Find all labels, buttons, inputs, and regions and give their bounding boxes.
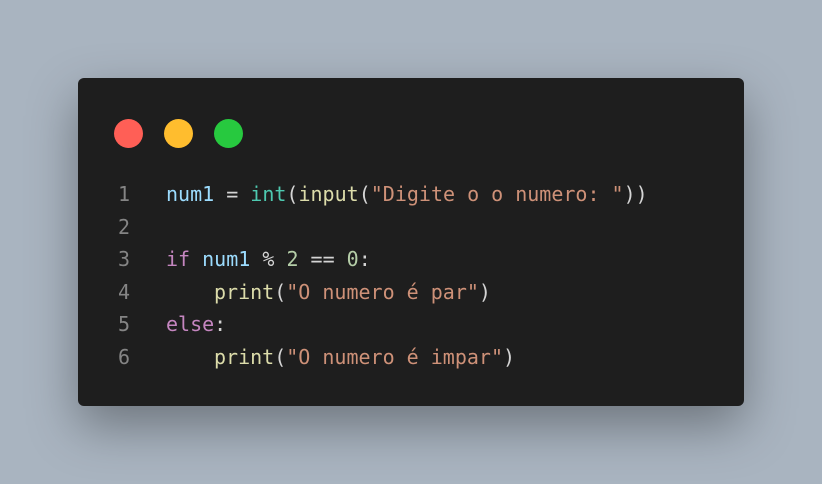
code-token-number: 2 bbox=[286, 247, 299, 271]
code-token-keyword: if bbox=[166, 247, 191, 271]
code-token-default: ( bbox=[286, 182, 299, 206]
close-dot-icon bbox=[114, 119, 143, 148]
code-token-default bbox=[190, 247, 202, 271]
code-token-function: print bbox=[214, 279, 275, 304]
code-text: if num1 % 2 == 0: bbox=[166, 243, 371, 276]
code-line: 4 print("O numero é par") bbox=[78, 276, 744, 309]
code-text: else: bbox=[166, 308, 226, 341]
maximize-dot-icon bbox=[214, 119, 243, 148]
minimize-dot-icon bbox=[164, 119, 193, 148]
code-text: print("O numero é impar") bbox=[166, 341, 515, 374]
code-line: 5 else: bbox=[78, 308, 744, 341]
line-number: 3 bbox=[117, 247, 130, 271]
code-token-function: print bbox=[214, 344, 275, 369]
code-token-variable: num1 bbox=[202, 247, 251, 271]
code-token-default: ) bbox=[503, 344, 516, 369]
code-token-default: ( bbox=[358, 182, 371, 206]
code-token-builtin: int bbox=[250, 182, 287, 206]
code-token-number: 0 bbox=[346, 247, 359, 271]
code-token-default: ( bbox=[274, 344, 287, 369]
code-line: 3 if num1 % 2 == 0: bbox=[78, 243, 744, 276]
code-token-default: = bbox=[214, 182, 251, 206]
code-token-default: ( bbox=[274, 279, 287, 304]
code-token-default: % bbox=[250, 247, 287, 271]
code-token-default: : bbox=[214, 312, 227, 336]
code-token-string: "Digite o o numero: " bbox=[370, 182, 624, 206]
code-token-default: ) bbox=[478, 279, 491, 304]
line-number: 5 bbox=[117, 312, 130, 336]
code-text: print("O numero é par") bbox=[166, 276, 491, 309]
window-controls bbox=[114, 119, 243, 148]
code-token-variable: num1 bbox=[166, 182, 215, 206]
code-line: 6 print("O numero é impar") bbox=[78, 341, 744, 374]
code-token-keyword: else bbox=[166, 312, 215, 336]
code-window: 1 num1 = int(input("Digite o o numero: ")… bbox=[78, 78, 744, 406]
code-token-default: )) bbox=[623, 182, 648, 206]
code-token-default: : bbox=[358, 247, 371, 271]
line-number: 6 bbox=[117, 344, 130, 369]
code-line: 2 bbox=[78, 211, 744, 244]
code-token-string: "O numero é impar" bbox=[286, 344, 504, 369]
line-number: 1 bbox=[117, 182, 130, 206]
code-token-string: "O numero é par" bbox=[286, 279, 479, 304]
code-token-default: == bbox=[298, 247, 347, 271]
code-token-function: input bbox=[298, 182, 359, 206]
line-number: 2 bbox=[117, 214, 130, 239]
code-block: 1 num1 = int(input("Digite o o numero: ")… bbox=[78, 178, 744, 373]
line-number: 4 bbox=[117, 279, 130, 304]
code-line: 1 num1 = int(input("Digite o o numero: ")… bbox=[78, 178, 744, 211]
code-text: num1 = int(input("Digite o o numero: ")) bbox=[166, 178, 648, 211]
